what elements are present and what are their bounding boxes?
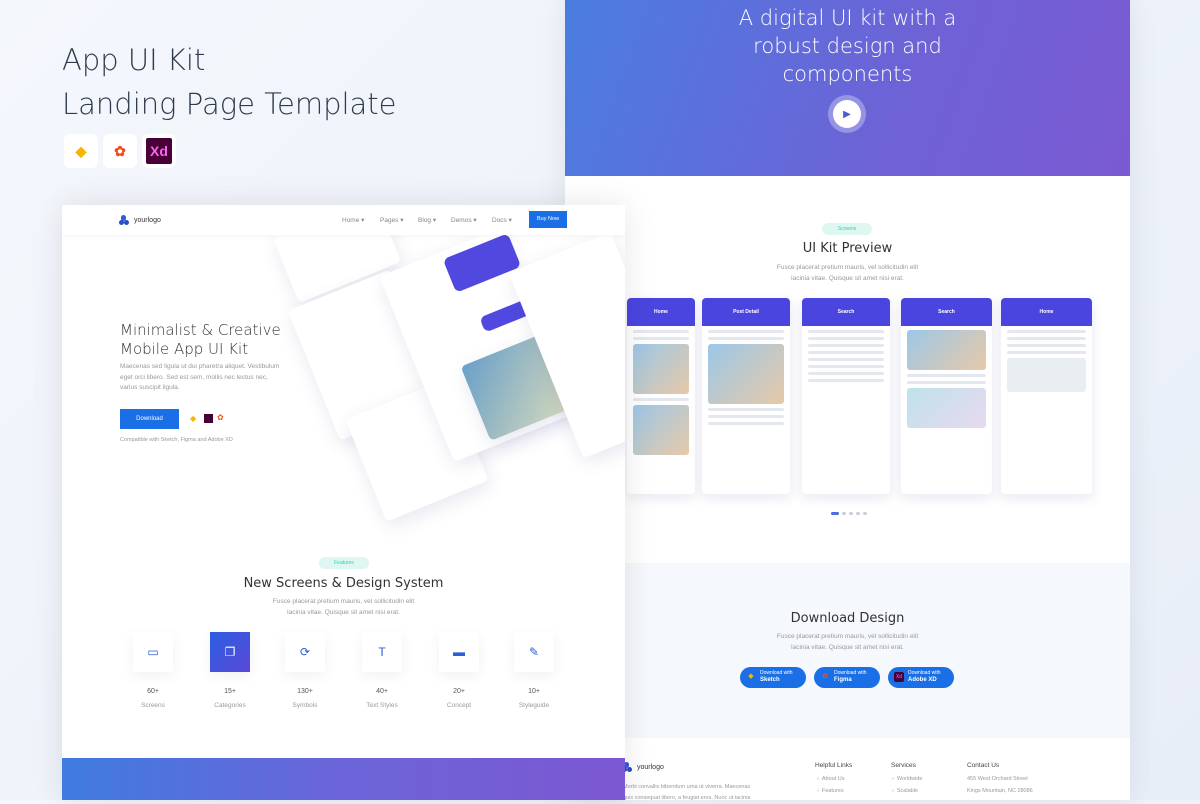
- figma-icon: ✿: [103, 134, 137, 168]
- download-title: Download Design: [790, 611, 905, 626]
- footer-logo[interactable]: yourlogo: [623, 762, 664, 772]
- feature-count: 40+: [376, 688, 388, 695]
- feature-label: Symbols: [292, 702, 318, 709]
- feature-count: 20+: [453, 688, 465, 695]
- feature-count: 130+: [297, 688, 313, 695]
- xd-icon: Xd: [142, 134, 176, 168]
- hero-banner: A digital UI kit with a robust design an…: [565, 0, 1130, 176]
- nav-pages[interactable]: Pages ▾: [380, 216, 404, 224]
- footer-link[interactable]: › About Us: [817, 776, 845, 782]
- figma-icon: ✿: [217, 413, 224, 422]
- feature-count: 10+: [528, 688, 540, 695]
- contact-city: Kings Mountain, NC 28086: [967, 788, 1033, 794]
- sketch-icon: ◆: [190, 414, 197, 423]
- hero-description: Maecenas sed ligula ut dui pharetra aliq…: [120, 363, 280, 391]
- footer-link[interactable]: › Features: [817, 788, 844, 794]
- promo-title: App UI Kit Landing Page Template: [62, 43, 397, 121]
- download-xd-button[interactable]: Xd Download with Adobe XD: [888, 667, 954, 688]
- section-badge: Screens: [822, 223, 872, 235]
- footer-heading: Contact Us: [967, 762, 1000, 769]
- xd-icon: [204, 414, 213, 423]
- copy-icon: ❐: [224, 645, 236, 659]
- feature-card[interactable]: ❐: [210, 632, 250, 672]
- navbar: yourlogo Home ▾ Pages ▾ Blog ▾ Demos ▾ D…: [62, 205, 625, 235]
- text-icon: T: [378, 645, 386, 659]
- landing-page-left: yourlogo Home ▾ Pages ▾ Blog ▾ Demos ▾ D…: [62, 205, 625, 800]
- buy-now-button[interactable]: Buy Now: [529, 211, 567, 228]
- download-subtitle: Fusce placerat pretium mauris, vel solli…: [776, 633, 919, 651]
- hero-title: Minimalist & Creative Mobile App UI Kit: [120, 321, 281, 358]
- feature-label: Text Styles: [366, 702, 398, 709]
- compat-note: Compatible with Sketch, Figma and Adobe …: [120, 437, 233, 443]
- footer-about: Morbi convallis bibendum urna ut viverra…: [623, 784, 751, 801]
- nav-blog[interactable]: Blog ▾: [418, 216, 436, 224]
- feature-card[interactable]: T: [362, 632, 402, 672]
- sketch-icon: ◆: [64, 134, 98, 168]
- feature-label: Categories: [214, 702, 246, 709]
- download-button[interactable]: Download: [120, 409, 179, 429]
- section-title: UI Kit Preview: [802, 241, 893, 256]
- sync-icon: ⟳: [299, 645, 311, 659]
- nav-home[interactable]: Home ▾: [342, 216, 364, 224]
- footer-link[interactable]: › Scalable: [892, 788, 918, 794]
- play-button[interactable]: ▶: [833, 100, 861, 128]
- contact-address: 455 West Orchard Street: [967, 776, 1028, 782]
- feature-label: Styleguide: [518, 702, 550, 709]
- section-subtitle: Fusce placerat pretium mauris, vel solli…: [776, 264, 919, 282]
- features-subtitle: Fusce placerat pretium mauris, vel solli…: [272, 598, 415, 616]
- feature-card[interactable]: ⟳: [285, 632, 325, 672]
- screen-preview[interactable]: Post Detail: [702, 298, 790, 494]
- screen-preview[interactable]: Home: [1001, 298, 1092, 494]
- edit-icon: ✎: [528, 645, 540, 659]
- feature-card[interactable]: ✎: [514, 632, 554, 672]
- nav-demos[interactable]: Demos ▾: [451, 216, 477, 224]
- nav-docs[interactable]: Docs ▾: [492, 216, 512, 224]
- hero-title: A digital UI kit with a robust design an…: [738, 6, 957, 86]
- feature-label: Screens: [141, 702, 165, 709]
- carousel-dots[interactable]: [831, 512, 867, 515]
- logo[interactable]: yourlogo: [120, 215, 161, 225]
- footer-heading: Services: [891, 762, 916, 769]
- laptop-icon: ▬: [453, 645, 465, 659]
- feature-card[interactable]: ▬: [439, 632, 479, 672]
- screen-preview[interactable]: Search: [901, 298, 992, 494]
- feature-count: 15+: [224, 688, 236, 695]
- footer: yourlogo Morbi convallis bibendum urna u…: [565, 738, 1130, 801]
- features-title: New Screens & Design System: [243, 576, 444, 591]
- cta-banner: [62, 758, 625, 800]
- download-figma-button[interactable]: ✿ Download with Figma: [814, 667, 880, 688]
- footer-link[interactable]: › Worldwide: [892, 776, 922, 782]
- screen-preview[interactable]: Home: [627, 298, 695, 494]
- monitor-icon: ▭: [147, 645, 159, 659]
- screen-preview[interactable]: Search: [802, 298, 890, 494]
- preview-page-right: A digital UI kit with a robust design an…: [565, 0, 1130, 801]
- features-badge: Features: [319, 557, 369, 569]
- footer-heading: Helpful Links: [815, 762, 853, 769]
- feature-card[interactable]: ▭: [133, 632, 173, 672]
- download-section: Download Design Fusce placerat pretium m…: [565, 563, 1130, 738]
- feature-label: Concept: [446, 702, 472, 709]
- download-sketch-button[interactable]: ◆ Download with Sketch: [740, 667, 806, 688]
- feature-count: 60+: [147, 688, 159, 695]
